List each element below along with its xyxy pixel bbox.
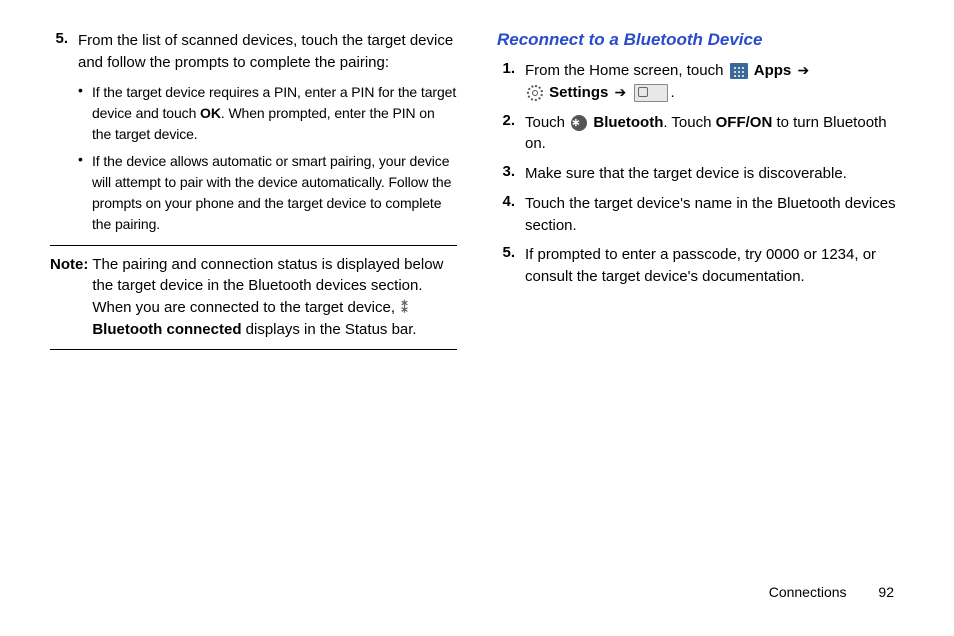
step-number: 4. <box>497 193 525 237</box>
arrow-icon: ➔ <box>795 62 811 78</box>
settings-icon <box>527 85 543 101</box>
text: Touch <box>525 114 569 131</box>
step-number: 5. <box>497 244 525 288</box>
note-body: The pairing and connection status is dis… <box>92 254 457 341</box>
bullet-body: If the device allows automatic or smart … <box>92 151 457 235</box>
rstep-2: 2. Touch ∗ Bluetooth. Touch OFF/ON to tu… <box>497 112 904 156</box>
section-heading: Reconnect to a Bluetooth Device <box>497 30 904 50</box>
step-body: If prompted to enter a passcode, try 000… <box>525 244 904 288</box>
step-5: 5. From the list of scanned devices, tou… <box>50 30 457 74</box>
text: . <box>670 84 674 101</box>
bullet-marker: • <box>78 82 92 145</box>
step-body: From the list of scanned devices, touch … <box>78 30 457 74</box>
text: displays in the Status bar. <box>242 321 417 338</box>
step-number: 2. <box>497 112 525 156</box>
rstep-3: 3. Make sure that the target device is d… <box>497 163 904 185</box>
bullet-body: If the target device requires a PIN, ent… <box>92 82 457 145</box>
bluetooth-icon: ∗ <box>571 115 587 131</box>
rstep-1: 1. From the Home screen, touch Apps ➔ Se… <box>497 60 904 104</box>
offon-label: OFF/ON <box>716 114 773 131</box>
rstep-5: 5. If prompted to enter a passcode, try … <box>497 244 904 288</box>
text: From the Home screen, touch <box>525 62 728 79</box>
left-column: 5. From the list of scanned devices, tou… <box>50 30 457 350</box>
apps-icon <box>730 63 748 79</box>
apps-label: Apps <box>754 62 792 79</box>
note-label: Note: <box>50 254 92 341</box>
page-columns: 5. From the list of scanned devices, tou… <box>50 30 904 350</box>
text: . Touch <box>663 114 715 131</box>
page-footer: Connections 92 <box>769 584 894 600</box>
page-number: 92 <box>878 584 894 600</box>
arrow-icon: ➔ <box>613 84 629 100</box>
ok-label: OK <box>200 105 221 121</box>
bluetooth-label: Bluetooth <box>593 114 663 131</box>
settings-label: Settings <box>549 84 608 101</box>
text: The pairing and connection status is dis… <box>92 256 443 317</box>
rstep-4: 4. Touch the target device's name in the… <box>497 193 904 237</box>
step-body: From the Home screen, touch Apps ➔ Setti… <box>525 60 904 104</box>
connections-tab-icon <box>634 84 668 102</box>
step-body: Touch the target device's name in the Bl… <box>525 193 904 237</box>
bullet-2: • If the device allows automatic or smar… <box>78 151 457 235</box>
step-number: 1. <box>497 60 525 104</box>
right-column: Reconnect to a Bluetooth Device 1. From … <box>497 30 904 350</box>
step-body: Make sure that the target device is disc… <box>525 163 904 185</box>
step-number: 3. <box>497 163 525 185</box>
bluetooth-connected-label: Bluetooth connected <box>92 321 241 338</box>
bluetooth-connected-icon: ⁑ <box>401 301 415 315</box>
note-block: Note: The pairing and connection status … <box>50 245 457 350</box>
step-body: Touch ∗ Bluetooth. Touch OFF/ON to turn … <box>525 112 904 156</box>
footer-section: Connections <box>769 584 847 600</box>
step-number: 5. <box>50 30 78 74</box>
bullet-1: • If the target device requires a PIN, e… <box>78 82 457 145</box>
bullet-marker: • <box>78 151 92 235</box>
